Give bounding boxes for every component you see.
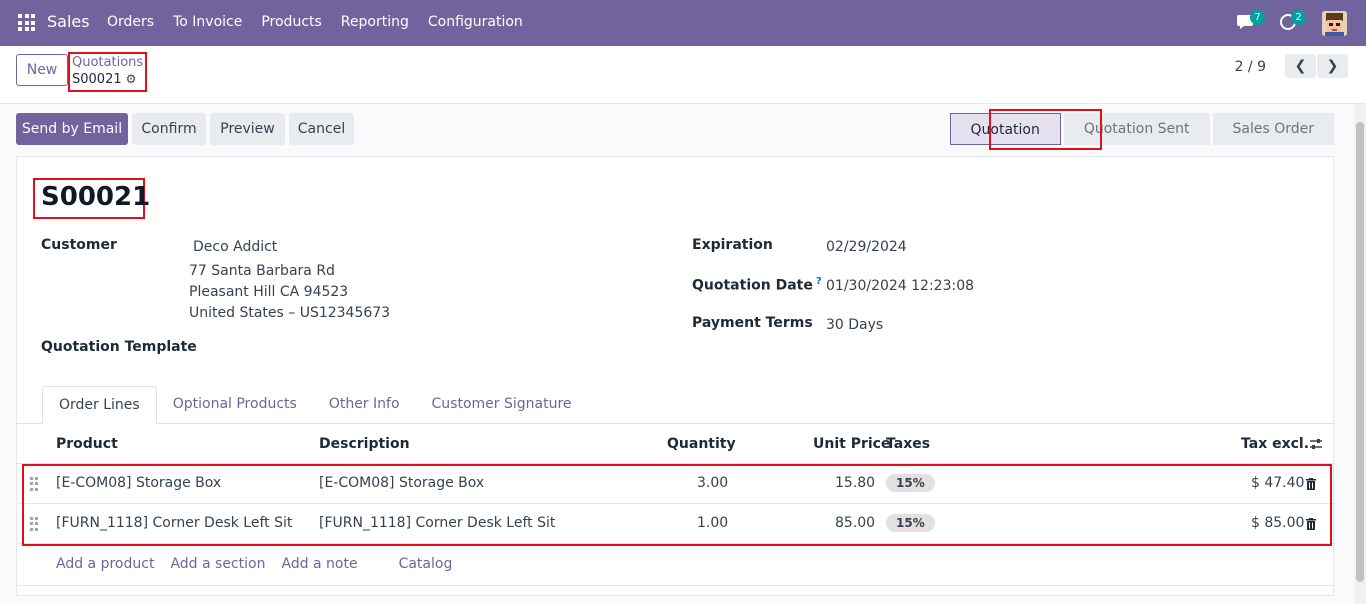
apps-menu-icon[interactable] bbox=[18, 14, 35, 31]
help-icon[interactable]: ? bbox=[816, 276, 822, 287]
add-product-link[interactable]: Add a product bbox=[56, 556, 154, 572]
add-line-links: Add a product Add a section Add a note C… bbox=[56, 556, 468, 572]
scrollbar-thumb[interactable] bbox=[1356, 122, 1364, 582]
quotation-date-label: Quotation Date? bbox=[692, 276, 822, 294]
customer-address-line3: United States – US12345673 bbox=[189, 305, 391, 321]
new-button[interactable]: New bbox=[16, 54, 68, 86]
send-by-email-button[interactable]: Send by Email bbox=[16, 113, 128, 145]
order-lines-header: Product Description Quantity Unit Price … bbox=[17, 424, 1335, 464]
catalog-button[interactable]: Catalog bbox=[399, 556, 453, 572]
breadcrumb: Quotations S00021 ⚙ bbox=[68, 52, 147, 92]
avatar-face-icon bbox=[1322, 11, 1347, 36]
payment-terms-label: Payment Terms bbox=[692, 315, 813, 331]
gear-icon[interactable]: ⚙ bbox=[126, 71, 137, 87]
quotation-date-label-text: Quotation Date bbox=[692, 277, 813, 294]
form-sheet: S00021 Customer Deco Addict 77 Santa Bar… bbox=[16, 156, 1335, 596]
menu-reporting[interactable]: Reporting bbox=[341, 14, 409, 30]
activity-count-badge: 2 bbox=[1291, 10, 1306, 25]
menu-orders[interactable]: Orders bbox=[107, 14, 154, 30]
tab-customer-signature[interactable]: Customer Signature bbox=[416, 386, 588, 424]
chevron-right-icon: ❯ bbox=[1326, 58, 1339, 74]
menu-products[interactable]: Products bbox=[261, 14, 321, 30]
top-navbar: Sales Orders To Invoice Products Reporti… bbox=[0, 0, 1366, 46]
form-statusbar: Send by Email Confirm Preview Cancel Quo… bbox=[0, 104, 1366, 156]
pager-previous-button[interactable]: ❮ bbox=[1285, 54, 1316, 78]
breadcrumb-quotations-link[interactable]: Quotations bbox=[72, 56, 143, 70]
pager-value[interactable]: 2 / 9 bbox=[1235, 59, 1266, 75]
breadcrumb-current: S00021 ⚙ bbox=[72, 71, 143, 88]
breadcrumb-current-label: S00021 bbox=[72, 72, 122, 87]
preview-button[interactable]: Preview bbox=[210, 113, 285, 145]
highlight-box-order-lines bbox=[22, 464, 1332, 546]
payment-terms-field[interactable]: 30 Days bbox=[826, 317, 883, 333]
cancel-button[interactable]: Cancel bbox=[289, 113, 354, 145]
menu-configuration[interactable]: Configuration bbox=[428, 14, 523, 30]
chevron-left-icon: ❮ bbox=[1294, 58, 1307, 74]
control-panel: New Quotations S00021 ⚙ 2 / 9 ❮ ❯ bbox=[0, 46, 1366, 104]
add-note-link[interactable]: Add a note bbox=[281, 556, 357, 572]
tab-optional-products[interactable]: Optional Products bbox=[157, 386, 313, 424]
tab-other-info[interactable]: Other Info bbox=[313, 386, 416, 424]
customer-field[interactable]: Deco Addict bbox=[193, 239, 277, 255]
col-description[interactable]: Description bbox=[319, 436, 410, 452]
expiration-field[interactable]: 02/29/2024 bbox=[826, 239, 907, 255]
notebook-tabs: Order Lines Optional Products Other Info… bbox=[42, 386, 588, 424]
add-section-link[interactable]: Add a section bbox=[170, 556, 265, 572]
confirm-button[interactable]: Confirm bbox=[132, 113, 206, 145]
stage-sales-order[interactable]: Sales Order bbox=[1212, 113, 1334, 145]
app-brand[interactable]: Sales bbox=[47, 12, 90, 31]
column-settings-icon[interactable] bbox=[1309, 437, 1323, 451]
pager-next-button[interactable]: ❯ bbox=[1317, 54, 1348, 78]
record-title: S00021 bbox=[41, 182, 151, 212]
table-footer-divider bbox=[17, 585, 1335, 586]
col-unit-price[interactable]: Unit Price bbox=[813, 436, 890, 452]
highlight-box-stage bbox=[989, 109, 1102, 150]
menu-to-invoice[interactable]: To Invoice bbox=[173, 14, 242, 30]
quotation-template-label: Quotation Template bbox=[41, 339, 197, 355]
col-product[interactable]: Product bbox=[56, 436, 118, 452]
customer-address-line2: Pleasant Hill CA 94523 bbox=[189, 284, 349, 300]
quotation-date-field[interactable]: 01/30/2024 12:23:08 bbox=[826, 278, 974, 294]
col-quantity[interactable]: Quantity bbox=[667, 436, 736, 452]
page-scrollbar[interactable] bbox=[1354, 104, 1366, 604]
main-menu: Orders To Invoice Products Reporting Con… bbox=[107, 14, 542, 30]
tab-order-lines[interactable]: Order Lines bbox=[42, 386, 157, 424]
customer-label: Customer bbox=[41, 237, 117, 253]
chat-count-badge: 7 bbox=[1250, 10, 1265, 25]
col-taxes[interactable]: Taxes bbox=[886, 436, 930, 452]
user-avatar[interactable] bbox=[1322, 11, 1347, 36]
expiration-label: Expiration bbox=[692, 237, 773, 253]
customer-address-line1: 77 Santa Barbara Rd bbox=[189, 263, 335, 279]
col-tax-excl[interactable]: Tax excl. bbox=[1241, 436, 1309, 452]
